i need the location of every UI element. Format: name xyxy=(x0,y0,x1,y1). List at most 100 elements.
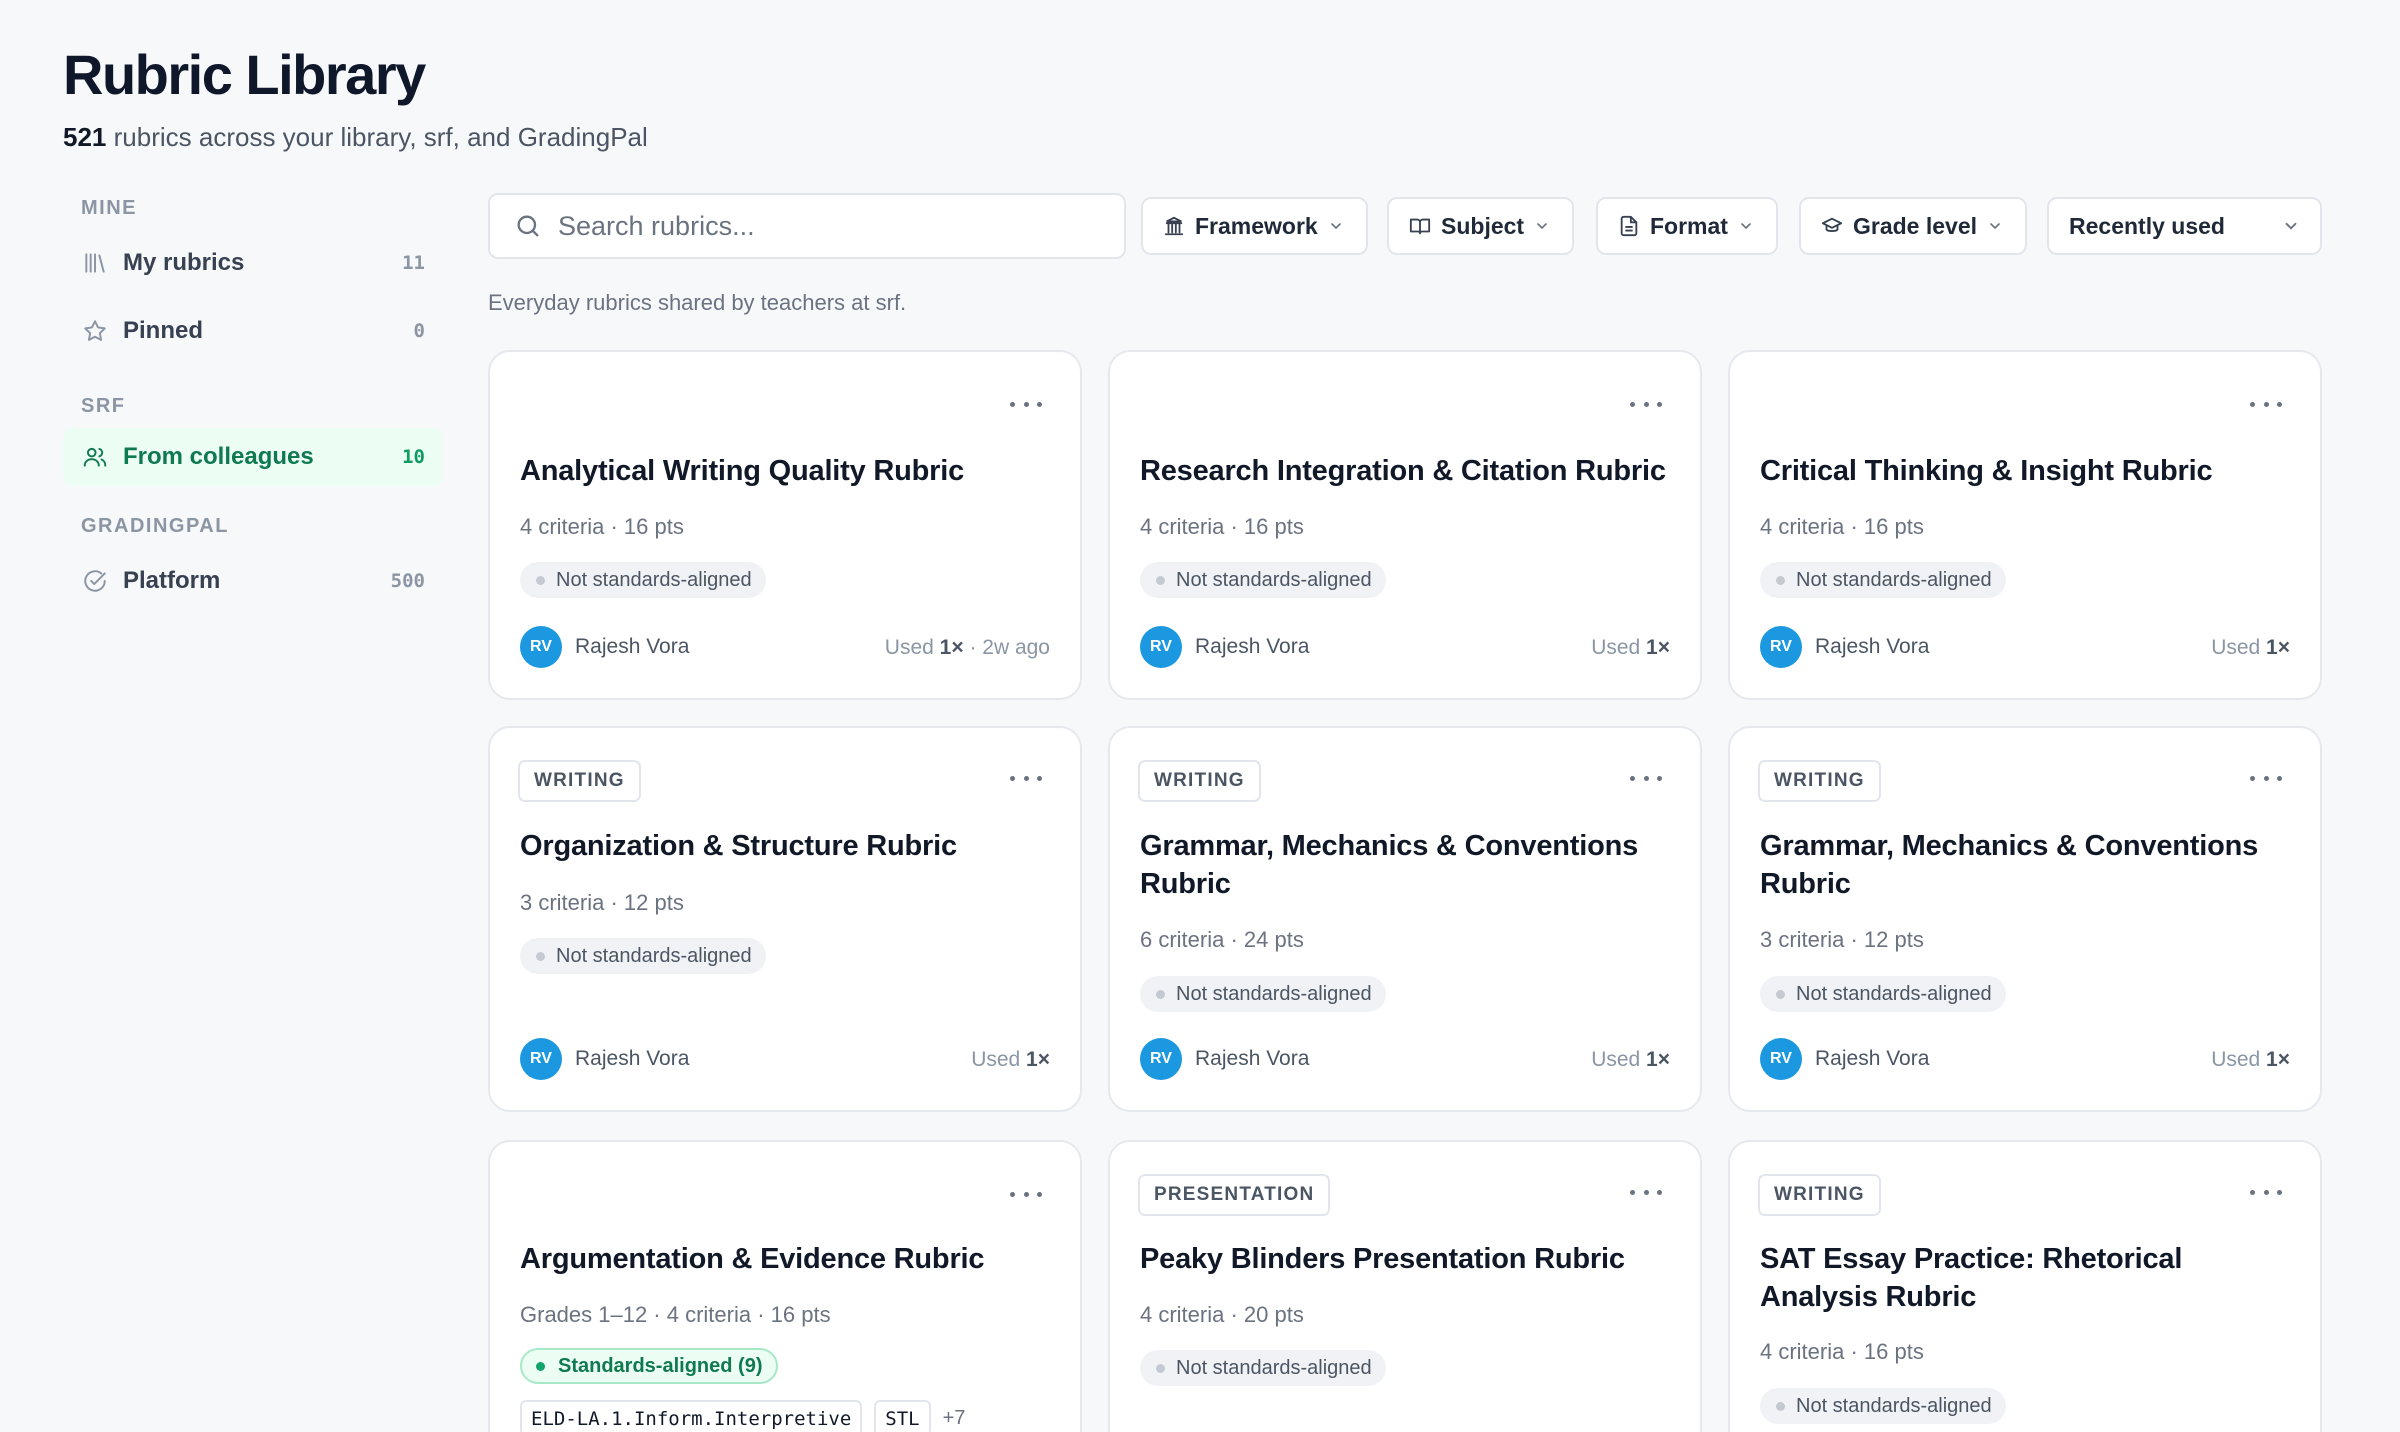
rubric-card[interactable]: WRITING SAT Essay Practice: Rhetorical A… xyxy=(1728,1140,2322,1432)
usage-count: 1× xyxy=(939,636,964,659)
sidebar-item-platform[interactable]: Platform 500 xyxy=(63,552,443,610)
rubric-card[interactable]: Critical Thinking & Insight Rubric 4 cri… xyxy=(1728,350,2322,700)
rubric-title: Research Integration & Citation Rubric xyxy=(1140,455,1666,487)
usage-prefix: Used xyxy=(884,636,940,659)
standards-badge: Not standards-aligned xyxy=(1760,976,2006,1012)
rubric-card[interactable]: WRITING Grammar, Mechanics & Conventions… xyxy=(1728,726,2322,1112)
standards-badge: Not standards-aligned xyxy=(520,938,766,974)
format-filter-label: Format xyxy=(1650,212,1728,239)
standards-badge: Not standards-aligned xyxy=(1760,1388,2006,1424)
author-name: Rajesh Vora xyxy=(1815,635,1930,658)
standards-badge: Not standards-aligned xyxy=(1760,562,2006,598)
format-filter[interactable]: Format xyxy=(1596,197,1778,255)
sidebar-item-from-colleagues[interactable]: From colleagues 10 xyxy=(63,428,443,486)
usage-count: 1× xyxy=(1646,1048,1670,1071)
sidebar-item-label: Pinned xyxy=(123,317,204,344)
standards-badge: Not standards-aligned xyxy=(1140,976,1386,1012)
usage-count: 1× xyxy=(1026,1048,1050,1071)
sidebar-item-count: 11 xyxy=(402,252,425,274)
rubric-title: Grammar, Mechanics & Conventions Rubric xyxy=(1760,830,2259,900)
sidebar-item-my-rubrics[interactable]: My rubrics 11 xyxy=(63,234,443,292)
search-box[interactable] xyxy=(488,193,1126,259)
search-input[interactable] xyxy=(558,210,1078,242)
usage-prefix: Used xyxy=(2211,636,2267,659)
rubric-meta: 3 criteria · 12 pts xyxy=(1760,927,1924,952)
sidebar-item-count: 500 xyxy=(390,570,425,592)
rubric-title: Analytical Writing Quality Rubric xyxy=(520,455,965,487)
rubric-meta: 6 criteria · 24 pts xyxy=(1140,927,1304,952)
book-icon xyxy=(1409,215,1431,237)
rubric-card[interactable]: WRITING Organization & Structure Rubric … xyxy=(488,726,1082,1112)
standards-badge: Not standards-aligned xyxy=(1140,562,1386,598)
sidebar-item-label: From colleagues xyxy=(123,443,314,470)
avatar: RV xyxy=(1760,626,1802,668)
rubric-total-count: 521 xyxy=(63,122,107,152)
usage-prefix: Used xyxy=(971,1048,1027,1071)
sidebar-item-count: 10 xyxy=(402,446,425,468)
sidebar-item-label: My rubrics xyxy=(123,249,245,276)
page-subtitle: 521 rubrics across your library, srf, an… xyxy=(63,122,648,153)
section-label-gradingpal: GRADINGPAL xyxy=(81,515,229,537)
more-options-icon[interactable] xyxy=(1630,1182,1662,1202)
rubric-title: Argumentation & Evidence Rubric xyxy=(520,1243,985,1275)
standard-code: STL xyxy=(874,1400,931,1432)
sort-select[interactable]: Recently used xyxy=(2047,197,2322,255)
author: RV Rajesh Vora xyxy=(520,626,689,668)
subject-filter-label: Subject xyxy=(1441,212,1525,239)
usage-prefix: Used xyxy=(1591,1048,1647,1071)
grade-level-filter[interactable]: Grade level xyxy=(1799,197,2028,255)
sidebar: MINE My rubrics 11 Pinned 0 SRF From col… xyxy=(63,190,443,610)
grade-level-filter-label: Grade level xyxy=(1853,212,1978,239)
subtitle-text: rubrics across your library, srf, and Gr… xyxy=(113,122,648,152)
more-options-icon[interactable] xyxy=(2250,1182,2282,1202)
rubric-title: Critical Thinking & Insight Rubric xyxy=(1760,455,2213,487)
avatar: RV xyxy=(1140,1038,1182,1080)
author: RV Rajesh Vora xyxy=(1140,626,1309,668)
more-options-icon[interactable] xyxy=(2250,394,2282,414)
standards-codes: ELD-LA.1.Inform.Interpretive STL +7 xyxy=(520,1400,965,1432)
usage-info: Used 1× xyxy=(2211,1048,2290,1072)
usage-info: Used 1× · 2w ago xyxy=(885,636,1050,660)
standards-badge: Not standards-aligned xyxy=(1140,1350,1386,1386)
author: RV Rajesh Vora xyxy=(520,1038,689,1080)
rubric-meta: 4 criteria · 16 pts xyxy=(1760,514,1924,539)
usage-info: Used 1× xyxy=(1591,1048,1670,1072)
usage-info: Used 1× xyxy=(1591,636,1670,660)
sidebar-item-count: 0 xyxy=(413,320,425,342)
chevron-down-icon xyxy=(1534,217,1552,235)
framework-filter-label: Framework xyxy=(1195,212,1318,239)
subject-tag: WRITING xyxy=(1138,760,1261,802)
framework-filter[interactable]: Framework xyxy=(1141,197,1368,255)
rubric-card[interactable]: PRESENTATION Peaky Blinders Presentation… xyxy=(1108,1140,1702,1432)
avatar: RV xyxy=(520,1038,562,1080)
sidebar-item-label: Platform xyxy=(123,567,221,594)
more-options-icon[interactable] xyxy=(1630,394,1662,414)
rubric-card[interactable]: Research Integration & Citation Rubric 4… xyxy=(1108,350,1702,700)
more-options-icon[interactable] xyxy=(1630,768,1662,788)
subject-tag: WRITING xyxy=(518,760,641,802)
rubric-card[interactable]: Analytical Writing Quality Rubric 4 crit… xyxy=(488,350,1082,700)
page-title: Rubric Library xyxy=(63,43,426,106)
more-options-icon[interactable] xyxy=(2250,768,2282,788)
sidebar-item-pinned[interactable]: Pinned 0 xyxy=(63,302,443,360)
star-icon xyxy=(81,317,109,345)
standards-aligned-badge: Standards-aligned (9) xyxy=(520,1348,779,1384)
rubric-meta: 4 criteria · 16 pts xyxy=(1140,514,1304,539)
standard-code: ELD-LA.1.Inform.Interpretive xyxy=(520,1400,863,1432)
page-header: Rubric Library 521 rubrics across your l… xyxy=(63,42,648,153)
more-options-icon[interactable] xyxy=(1010,1184,1042,1204)
section-label-srf: SRF xyxy=(81,395,126,417)
subject-filter[interactable]: Subject xyxy=(1387,197,1575,255)
users-icon xyxy=(81,443,109,471)
more-options-icon[interactable] xyxy=(1010,768,1042,788)
rubric-title: Peaky Blinders Presentation Rubric xyxy=(1140,1243,1625,1275)
rubric-title: SAT Essay Practice: Rhetorical Analysis … xyxy=(1760,1243,2183,1313)
usage-count: 1× xyxy=(1646,636,1670,659)
rubric-card[interactable]: WRITING Grammar, Mechanics & Conventions… xyxy=(1108,726,1702,1112)
library-icon xyxy=(81,249,109,277)
author: RV Rajesh Vora xyxy=(1760,1038,1929,1080)
author-name: Rajesh Vora xyxy=(575,635,690,658)
author-name: Rajesh Vora xyxy=(1815,1047,1930,1070)
more-options-icon[interactable] xyxy=(1010,394,1042,414)
rubric-card[interactable]: Argumentation & Evidence Rubric Grades 1… xyxy=(488,1140,1082,1432)
